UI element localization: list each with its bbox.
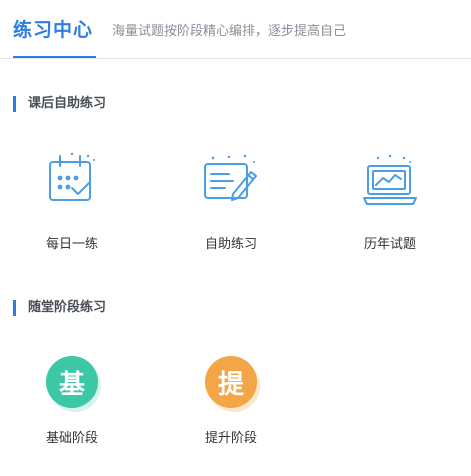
daily-practice-card[interactable]: 每日一练 — [12, 150, 132, 270]
laptop-chart-icon — [358, 150, 422, 214]
self-practice-label: 自助练习 — [204, 237, 257, 252]
page-header: 练习中心 海量试题按阶段精心编排，逐步提高自己 — [0, 0, 471, 60]
advanced-stage-card[interactable]: 提 提升阶段 — [171, 356, 291, 476]
header-divider — [0, 58, 471, 59]
past-exams-label: 历年试题 — [363, 237, 416, 252]
past-exams-card[interactable]: 历年试题 — [330, 150, 450, 270]
section-title-self-practice: 课后自助练习 — [13, 96, 106, 112]
advanced-stage-icon: 提 — [205, 356, 257, 408]
advanced-stage-label: 提升阶段 — [204, 431, 257, 446]
page-title[interactable]: 练习中心 — [13, 16, 93, 44]
section-title-stage-practice: 随堂阶段练习 — [13, 300, 106, 316]
pen-writing-icon — [199, 150, 263, 214]
basic-stage-label: 基础阶段 — [45, 431, 98, 446]
daily-practice-label: 每日一练 — [45, 237, 98, 252]
self-practice-card[interactable]: 自助练习 — [171, 150, 291, 270]
calendar-check-icon — [42, 150, 102, 214]
page-subtitle: 海量试题按阶段精心编排，逐步提高自己 — [112, 24, 347, 39]
basic-stage-card[interactable]: 基 基础阶段 — [12, 356, 132, 476]
basic-stage-icon: 基 — [46, 356, 98, 408]
